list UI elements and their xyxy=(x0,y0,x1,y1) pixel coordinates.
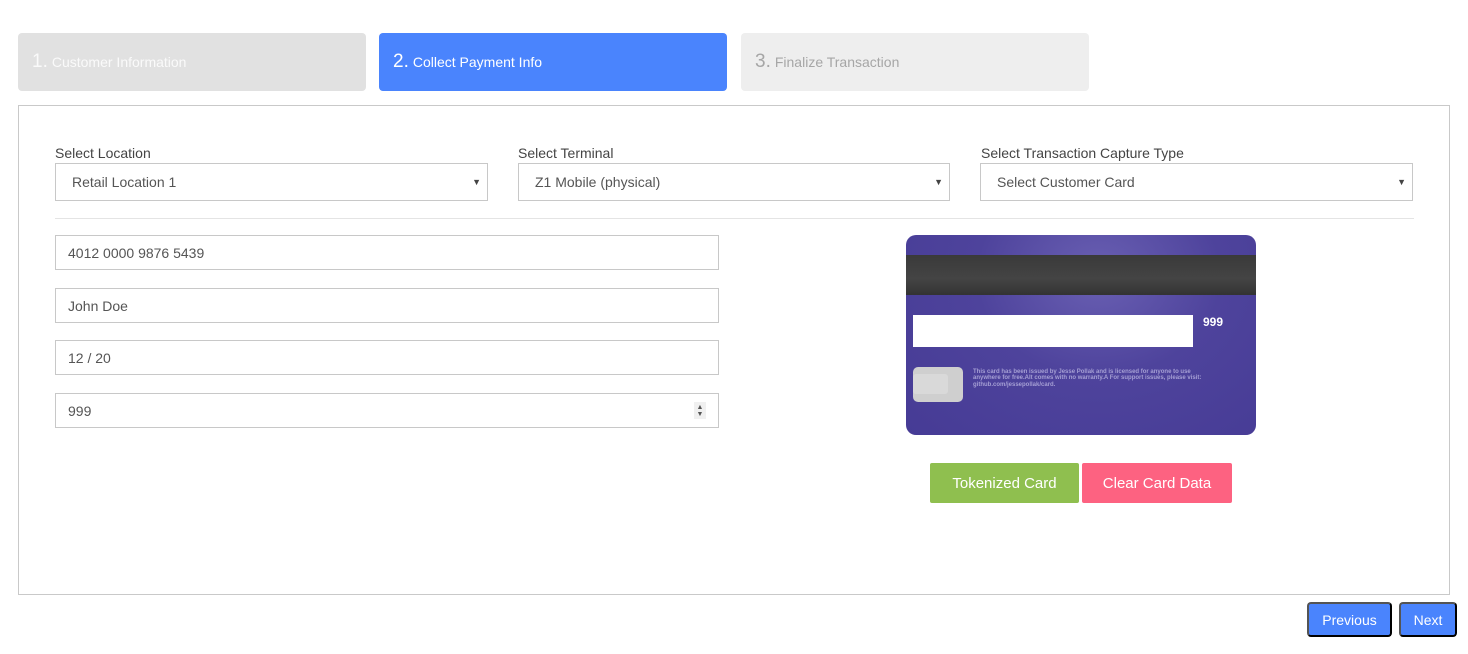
location-select[interactable]: Retail Location 1 ▼ xyxy=(55,163,488,201)
next-button[interactable]: Next xyxy=(1399,602,1457,637)
card-legal-text: This card has been issued by Jesse Polla… xyxy=(973,369,1202,388)
step-label: Customer Information xyxy=(51,54,187,70)
step-number: 2. xyxy=(393,51,409,72)
number-spinner[interactable]: ▲ ▼ xyxy=(694,402,706,419)
capture-type-label: Select Transaction Capture Type xyxy=(981,145,1184,161)
location-label: Select Location xyxy=(55,145,151,161)
terminal-select[interactable]: Z1 Mobile (physical) ▼ xyxy=(518,163,950,201)
card-cvc: 999 xyxy=(1203,315,1224,329)
spinner-down-icon[interactable]: ▼ xyxy=(697,411,704,418)
capture-type-select[interactable]: Select Customer Card ▼ xyxy=(980,163,1413,201)
clear-card-data-button[interactable]: Clear Card Data xyxy=(1082,463,1232,503)
cardholder-name-input[interactable]: John Doe xyxy=(55,288,719,323)
capture-type-value: Select Customer Card xyxy=(997,174,1135,190)
step-customer-information[interactable]: 1. Customer Information xyxy=(18,33,366,91)
chevron-down-icon: ▼ xyxy=(1397,177,1406,187)
previous-button[interactable]: Previous xyxy=(1307,602,1392,637)
terminal-label: Select Terminal xyxy=(518,145,614,161)
card-number-input[interactable]: 4012 0000 9876 5439 xyxy=(55,235,719,270)
chevron-down-icon: ▼ xyxy=(472,177,481,187)
spinner-up-icon[interactable]: ▲ xyxy=(697,404,704,411)
chip-icon xyxy=(913,367,963,402)
location-value: Retail Location 1 xyxy=(72,174,177,190)
step-number: 1. xyxy=(32,51,48,72)
step-finalize-transaction[interactable]: 3. Finalize Transaction xyxy=(741,33,1089,91)
cvc-input[interactable]: 999 ▲ ▼ xyxy=(55,393,719,428)
divider xyxy=(55,218,1414,219)
tokenized-card-button[interactable]: Tokenized Card xyxy=(930,463,1079,503)
step-collect-payment-info[interactable]: 2. Collect Payment Info xyxy=(379,33,727,91)
terminal-value: Z1 Mobile (physical) xyxy=(535,174,661,190)
card-preview-back: 999 This card has been issued by Jesse P… xyxy=(906,235,1256,435)
magnetic-stripe xyxy=(906,255,1256,295)
chevron-down-icon: ▼ xyxy=(934,177,943,187)
cvc-value: 999 xyxy=(68,402,92,419)
step-label: Collect Payment Info xyxy=(412,54,543,70)
step-label: Finalize Transaction xyxy=(774,54,900,70)
expiry-input[interactable]: 12 / 20 xyxy=(55,340,719,375)
step-number: 3. xyxy=(755,51,771,72)
signature-strip xyxy=(913,315,1193,347)
